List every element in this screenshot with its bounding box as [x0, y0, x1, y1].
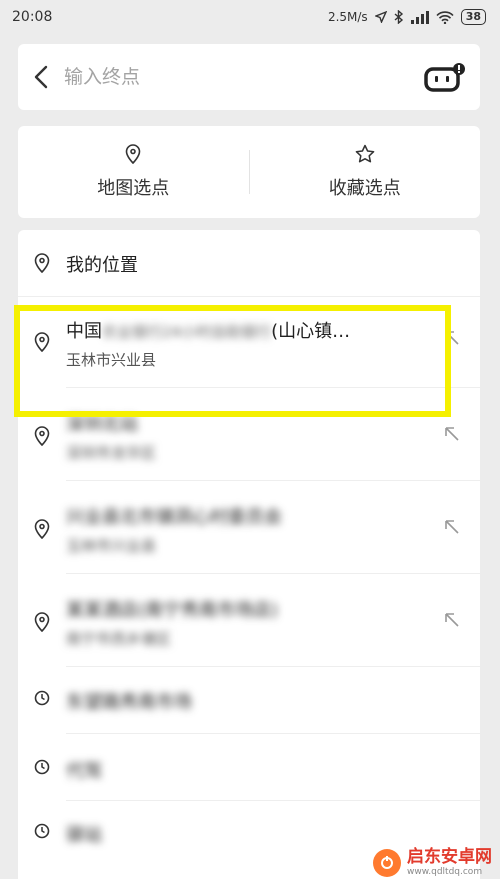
- history-title: 东望路秀南市场: [66, 692, 192, 713]
- my-location-item[interactable]: 我的位置: [18, 230, 480, 296]
- watermark-url: www.qdltdq.com: [407, 867, 483, 877]
- map-pick-button[interactable]: 地图选点: [18, 126, 249, 218]
- place-item[interactable]: 深圳北站 深圳市龙华区: [18, 388, 480, 480]
- status-bar: 20:08 2.5M/s 38: [0, 0, 500, 34]
- place-subtitle: 深圳市龙华区: [66, 444, 157, 462]
- place-item[interactable]: 兴业县北市镇洞心村委员会 玉林市兴业县: [18, 481, 480, 573]
- favorite-pick-label: 收藏选点: [328, 178, 401, 199]
- location-pin-icon: [34, 519, 50, 539]
- signal-icon: [410, 10, 429, 24]
- place-title: 某某酒店(南宁秀南市场店): [66, 600, 279, 621]
- battery-indicator: 38: [460, 9, 486, 25]
- place-item[interactable]: 某某酒店(南宁秀南市场店) 南宁市西乡塘区: [18, 574, 480, 666]
- place-subtitle: 南宁市西乡塘区: [66, 630, 172, 648]
- watermark: 启东安卓网 www.qdltdq.com: [373, 849, 492, 877]
- place-item[interactable]: 中国农业银行24小时自助银行(山心镇… 玉林市兴业县: [18, 297, 480, 387]
- robot-assistant-icon: [424, 63, 465, 92]
- bluetooth-icon: [394, 10, 403, 24]
- destination-input[interactable]: [64, 66, 410, 88]
- wifi-icon: [436, 10, 454, 24]
- clock-icon: [34, 823, 50, 839]
- my-location-label: 我的位置: [66, 255, 138, 276]
- map-pick-label: 地图选点: [97, 178, 170, 199]
- search-bar: [18, 44, 480, 110]
- network-speed: 2.5M/s: [327, 10, 368, 24]
- location-arrow-icon: [374, 11, 387, 23]
- place-title: 深圳北站: [66, 414, 138, 435]
- clock-icon: [34, 690, 50, 706]
- location-pin-icon: [125, 144, 141, 164]
- back-arrow-icon: [34, 65, 48, 89]
- location-pin-icon: [34, 426, 50, 446]
- back-button[interactable]: [18, 44, 64, 110]
- history-title: 驿站: [66, 825, 102, 846]
- location-pin-icon: [34, 332, 50, 352]
- star-icon: [355, 144, 375, 163]
- place-subtitle: 玉林市兴业县: [66, 351, 157, 369]
- watermark-name: 启东安卓网: [407, 847, 492, 867]
- status-time: 20:08: [12, 9, 53, 25]
- fill-arrow-icon[interactable]: [444, 426, 460, 442]
- fill-arrow-icon[interactable]: [444, 612, 460, 628]
- status-icons: 2.5M/s 38: [328, 9, 486, 25]
- place-title: 中国农业银行24小时自助银行(山心镇…: [66, 317, 350, 343]
- favorite-pick-button[interactable]: 收藏选点: [250, 126, 481, 218]
- place-subtitle: 玉林市兴业县: [66, 537, 157, 555]
- history-item[interactable]: 东望路秀南市场: [18, 667, 480, 733]
- history-title: 代驾: [66, 761, 102, 782]
- clock-icon: [34, 759, 50, 775]
- place-title-blurred: 农业银行24小时自助银行: [102, 323, 272, 341]
- watermark-logo-icon: [373, 849, 401, 877]
- voice-assistant-button[interactable]: [410, 44, 480, 110]
- pick-options: 地图选点 收藏选点: [18, 126, 480, 218]
- location-pin-icon: [34, 253, 50, 273]
- fill-arrow-icon[interactable]: [444, 330, 460, 346]
- location-pin-icon: [34, 612, 50, 632]
- place-title: 兴业县北市镇洞心村委员会: [66, 507, 282, 528]
- suggestion-list: 我的位置 中国农业银行24小时自助银行(山心镇… 玉林市兴业县 深圳北站 深圳市…: [18, 230, 480, 879]
- fill-arrow-icon[interactable]: [444, 519, 460, 535]
- place-title-prefix: 中国: [66, 321, 102, 342]
- history-item[interactable]: 代驾: [18, 734, 480, 800]
- place-title-suffix: (山心镇…: [271, 321, 351, 342]
